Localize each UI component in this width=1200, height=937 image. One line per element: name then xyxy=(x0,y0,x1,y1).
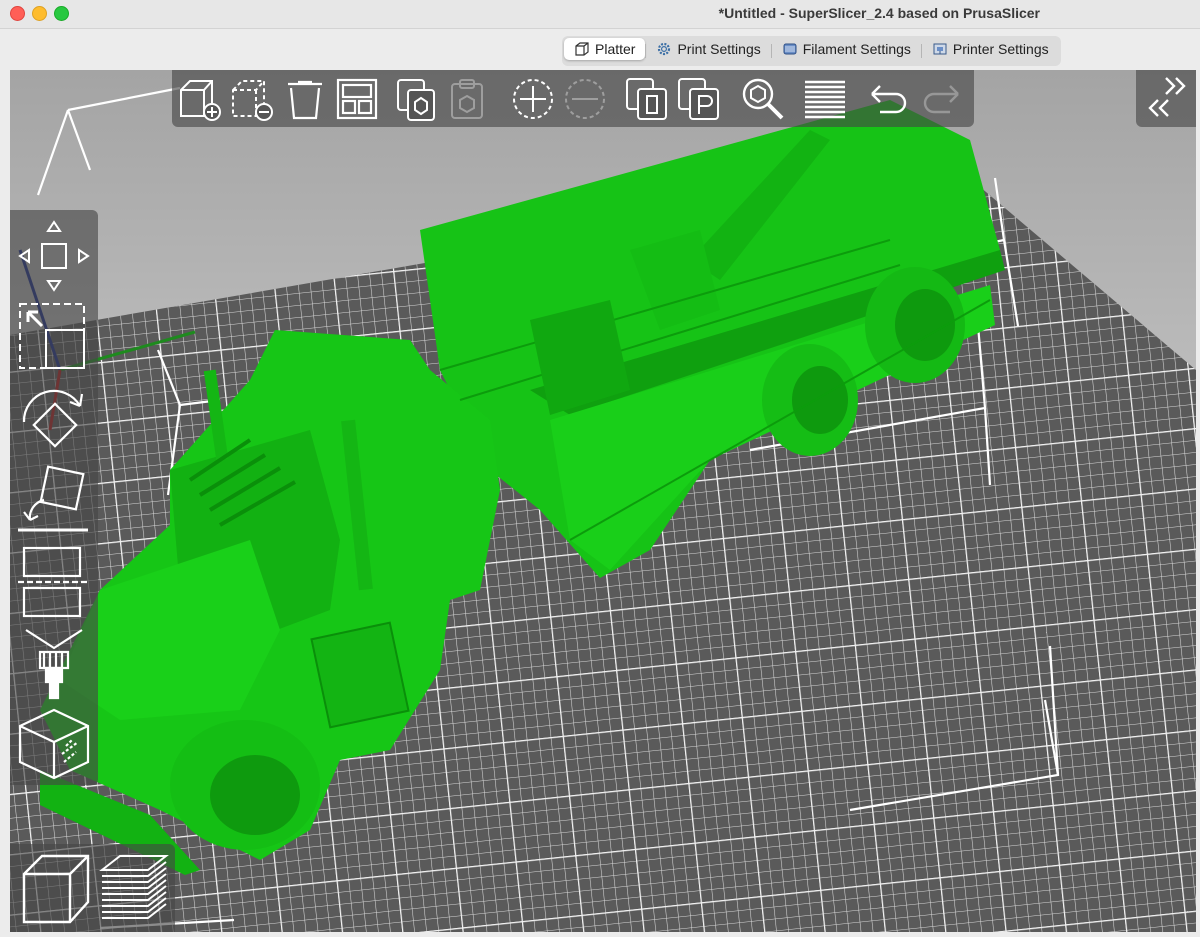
plus-circle-icon xyxy=(513,79,553,119)
add-instance-button[interactable] xyxy=(510,76,556,122)
cut-tool[interactable] xyxy=(16,544,92,620)
printer-icon xyxy=(933,43,947,55)
split-objects-button[interactable] xyxy=(624,76,670,122)
split-parts-button[interactable] xyxy=(676,76,722,122)
place-on-face-tool[interactable] xyxy=(16,464,92,540)
paste-button[interactable] xyxy=(446,76,492,122)
delete-object-button[interactable] xyxy=(230,76,276,122)
copy-button[interactable] xyxy=(394,76,440,122)
tab-print-settings[interactable]: Print Settings xyxy=(646,38,770,60)
tab-label: Print Settings xyxy=(677,41,761,57)
collapse-sidebar-icon xyxy=(1148,77,1186,117)
main-toolbar xyxy=(172,70,974,127)
place-on-face-icon xyxy=(18,465,88,532)
search-button[interactable] xyxy=(740,76,786,122)
collapse-sidebar-button[interactable] xyxy=(1136,70,1196,127)
delete-all-button[interactable] xyxy=(282,76,328,122)
layers-editing-button[interactable] xyxy=(802,76,848,122)
move-icon xyxy=(18,220,90,292)
undo-button[interactable] xyxy=(866,76,912,122)
redo-icon xyxy=(923,85,959,114)
filament-spool-icon xyxy=(783,43,797,55)
search-icon xyxy=(742,78,784,120)
trash-icon xyxy=(288,80,322,120)
3d-view-cube-icon xyxy=(22,854,90,924)
cut-icon xyxy=(18,546,90,618)
scale-tool[interactable] xyxy=(16,300,92,376)
scale-icon xyxy=(19,303,85,369)
3d-viewport[interactable] xyxy=(10,70,1196,932)
minus-circle-icon xyxy=(565,79,605,119)
layers-preview-icon xyxy=(99,855,169,919)
tabs: Platter Print Settings Filament Settings… xyxy=(562,36,1061,66)
layers-icon xyxy=(805,80,845,119)
copy-icon xyxy=(397,79,435,121)
tab-platter[interactable]: Platter xyxy=(564,38,646,60)
rotate-tool[interactable] xyxy=(16,382,92,458)
paste-icon xyxy=(451,79,483,119)
cube-plus-icon xyxy=(180,80,221,121)
tab-printer-settings[interactable]: Printer Settings xyxy=(922,38,1059,60)
arrange-icon xyxy=(336,78,378,120)
remove-instance-button[interactable] xyxy=(562,76,608,122)
title-bar: *Untitled - SuperSlicer_2.4 based on Pru… xyxy=(0,0,1200,29)
gear-icon xyxy=(658,42,671,56)
tab-label: Printer Settings xyxy=(952,41,1049,57)
split-objects-icon xyxy=(626,78,667,120)
paint-brush-icon xyxy=(25,629,83,700)
view-mode-toolbar xyxy=(10,844,175,932)
platter-icon xyxy=(575,42,589,56)
rotate-icon xyxy=(22,389,84,448)
gizmo-toolbar xyxy=(10,210,98,785)
redo-button[interactable] xyxy=(918,76,964,122)
scene xyxy=(10,86,1196,932)
preview-view-button[interactable] xyxy=(96,850,169,926)
tab-filament-settings[interactable]: Filament Settings xyxy=(772,38,921,60)
split-parts-icon xyxy=(678,78,719,120)
arrange-button[interactable] xyxy=(334,76,380,122)
move-tool[interactable] xyxy=(16,218,92,294)
add-object-button[interactable] xyxy=(178,76,224,122)
cube-minus-icon xyxy=(232,80,273,121)
3d-view-button[interactable] xyxy=(18,850,90,926)
window-title: *Untitled - SuperSlicer_2.4 based on Pru… xyxy=(718,5,1040,21)
tab-label: Platter xyxy=(595,41,636,57)
undo-icon xyxy=(871,85,907,114)
tab-bar: Platter Print Settings Filament Settings… xyxy=(0,29,1200,67)
paint-supports-tool[interactable] xyxy=(16,626,92,702)
seam-cube-icon xyxy=(18,708,90,780)
tab-label: Filament Settings xyxy=(802,41,911,57)
seam-painting-tool[interactable] xyxy=(16,706,92,782)
